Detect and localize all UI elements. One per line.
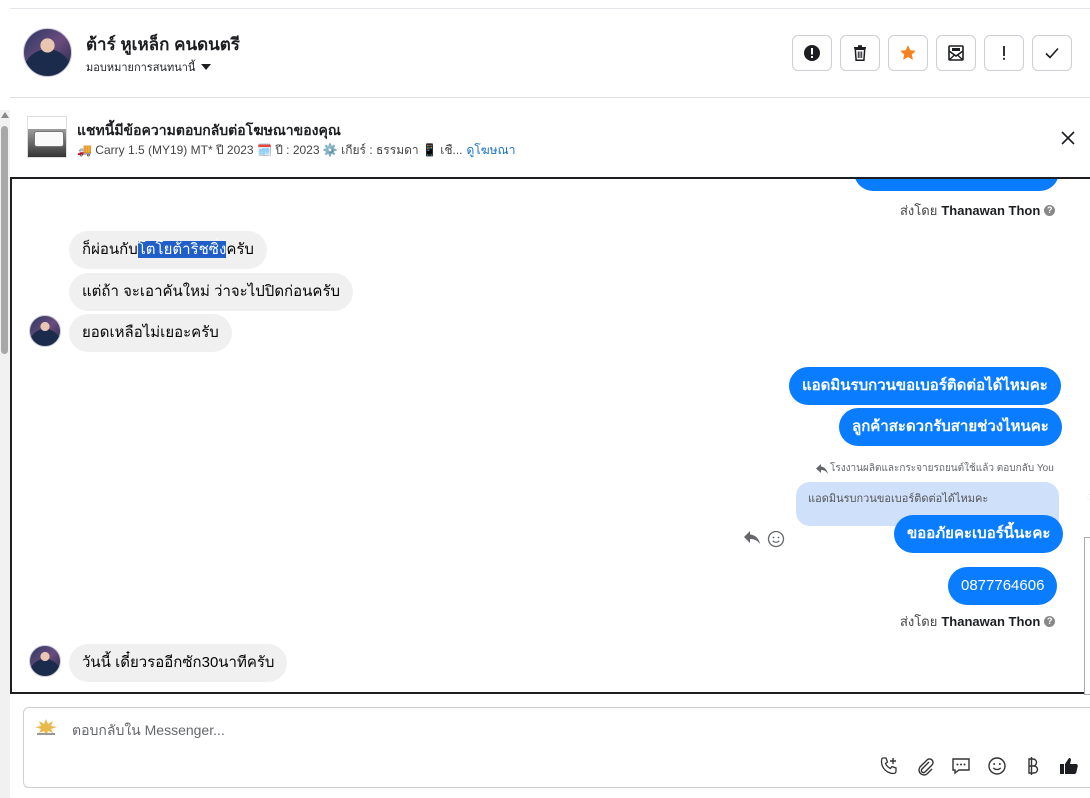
caret-down-icon xyxy=(201,64,212,70)
selected-text: โตโยต้าริชซิ่ง xyxy=(137,241,227,258)
message-bubble-incoming[interactable]: ก็ผ่อนกับโตโยต้าริชซิ่งครับ xyxy=(69,231,267,269)
scrollbar-thumb[interactable] xyxy=(1,126,8,354)
phone-plus-icon xyxy=(880,757,897,775)
page-logo-icon xyxy=(35,719,57,736)
reply-icon[interactable] xyxy=(743,530,761,546)
trash-icon xyxy=(854,45,866,61)
message-thread[interactable]: ส่งโดย Thanawan Thon ? ก็ผ่อนกับโตโยต้าร… xyxy=(10,177,1090,694)
paperclip-icon xyxy=(918,758,934,776)
payment-button[interactable] xyxy=(1021,755,1043,777)
mark-unread-button[interactable] xyxy=(936,35,976,71)
ad-thumbnail[interactable] xyxy=(27,116,67,158)
contact-avatar[interactable] xyxy=(23,28,72,77)
mark-done-button[interactable] xyxy=(1032,35,1072,71)
message-bubble-incoming[interactable]: แต่ถ้า จะเอาคันใหม่ ว่าจะไปปิดก่อนครับ xyxy=(69,273,354,311)
message-bubble-incoming[interactable]: วันนี้ เดี๋ยวรออีกซัก30นาทีครับ xyxy=(69,644,288,682)
chat-bubble-icon xyxy=(952,758,970,775)
call-button[interactable] xyxy=(878,755,900,777)
star-button[interactable] xyxy=(888,35,928,71)
follow-up-button[interactable] xyxy=(984,35,1024,71)
check-icon xyxy=(1045,47,1059,59)
message-bubble-outgoing[interactable]: ขออภัยคะเบอร์นี้นะคะ xyxy=(894,515,1064,553)
contact-avatar-small[interactable] xyxy=(29,645,61,677)
contact-name[interactable]: ต้าร์ หูเหล็ก คนดนตรี xyxy=(86,31,240,58)
header-divider xyxy=(10,97,1090,98)
help-icon[interactable]: ? xyxy=(1044,616,1056,627)
reply-input[interactable] xyxy=(72,720,672,740)
message-bubble-outgoing[interactable] xyxy=(854,179,1059,191)
ad-description-text: 🚚 Carry 1.5 (MY19) MT* ปี 2023 🗓️ ปี : 2… xyxy=(77,143,463,157)
envelope-open-icon xyxy=(948,45,964,61)
message-bubble-outgoing[interactable]: แอดมินรบกวนขอเบอร์ติดต่อได้ไหมคะ xyxy=(789,367,1061,405)
alert-circle-icon xyxy=(804,45,820,61)
smiley-icon xyxy=(988,757,1006,775)
sent-by-label: ส่งโดย Thanawan Thon ? xyxy=(900,611,1056,632)
like-button[interactable] xyxy=(1058,755,1080,777)
side-widget-panel[interactable] xyxy=(1084,537,1090,695)
emoji-button[interactable] xyxy=(986,755,1008,777)
saved-replies-button[interactable] xyxy=(950,755,972,777)
contact-avatar-small[interactable] xyxy=(29,315,61,347)
reply-context: โรงงานผลิตและกระจายรถยนต์ใช้แล้ว ตอบกลับ… xyxy=(816,461,1054,476)
sent-by-label: ส่งโดย Thanawan Thon ? xyxy=(900,200,1056,221)
exclamation-icon xyxy=(1003,46,1005,60)
delete-button[interactable] xyxy=(840,35,880,71)
emoji-react-icon[interactable] xyxy=(767,530,785,548)
message-bubble-outgoing[interactable]: ลูกค้าสะดวกรับสายช่วงไหนคะ xyxy=(839,408,1062,446)
top-divider xyxy=(10,8,1090,9)
close-icon[interactable] xyxy=(1058,128,1078,148)
help-icon[interactable]: ? xyxy=(1044,205,1056,216)
message-bubble-outgoing[interactable]: 0877764606 xyxy=(948,567,1058,605)
mark-spam-button[interactable] xyxy=(792,35,832,71)
star-icon xyxy=(900,45,916,60)
message-bubble-incoming[interactable]: ยอดเหลือไม่เยอะครับ xyxy=(69,314,232,352)
assign-conversation-dropdown[interactable]: มอบหมายการสนทนานี้ xyxy=(86,58,212,76)
ad-banner-description: 🚚 Carry 1.5 (MY19) MT* ปี 2023 🗓️ ปี : 2… xyxy=(77,141,515,160)
assign-label: มอบหมายการสนทนานี้ xyxy=(86,62,196,74)
scroll-up-arrow-icon[interactable] xyxy=(1,112,9,118)
baht-icon xyxy=(1028,757,1039,775)
side-widget-icon[interactable]: ◔ xyxy=(1086,488,1090,504)
ad-banner-title: แชทนี้มีข้อความตอบกลับต่อโฆษณาของคุณ xyxy=(77,122,341,138)
view-ad-link[interactable]: ดูโฆษณา xyxy=(467,141,516,160)
thumbs-up-icon xyxy=(1060,758,1078,774)
reply-arrow-icon xyxy=(816,463,828,474)
attach-button[interactable] xyxy=(914,755,936,777)
